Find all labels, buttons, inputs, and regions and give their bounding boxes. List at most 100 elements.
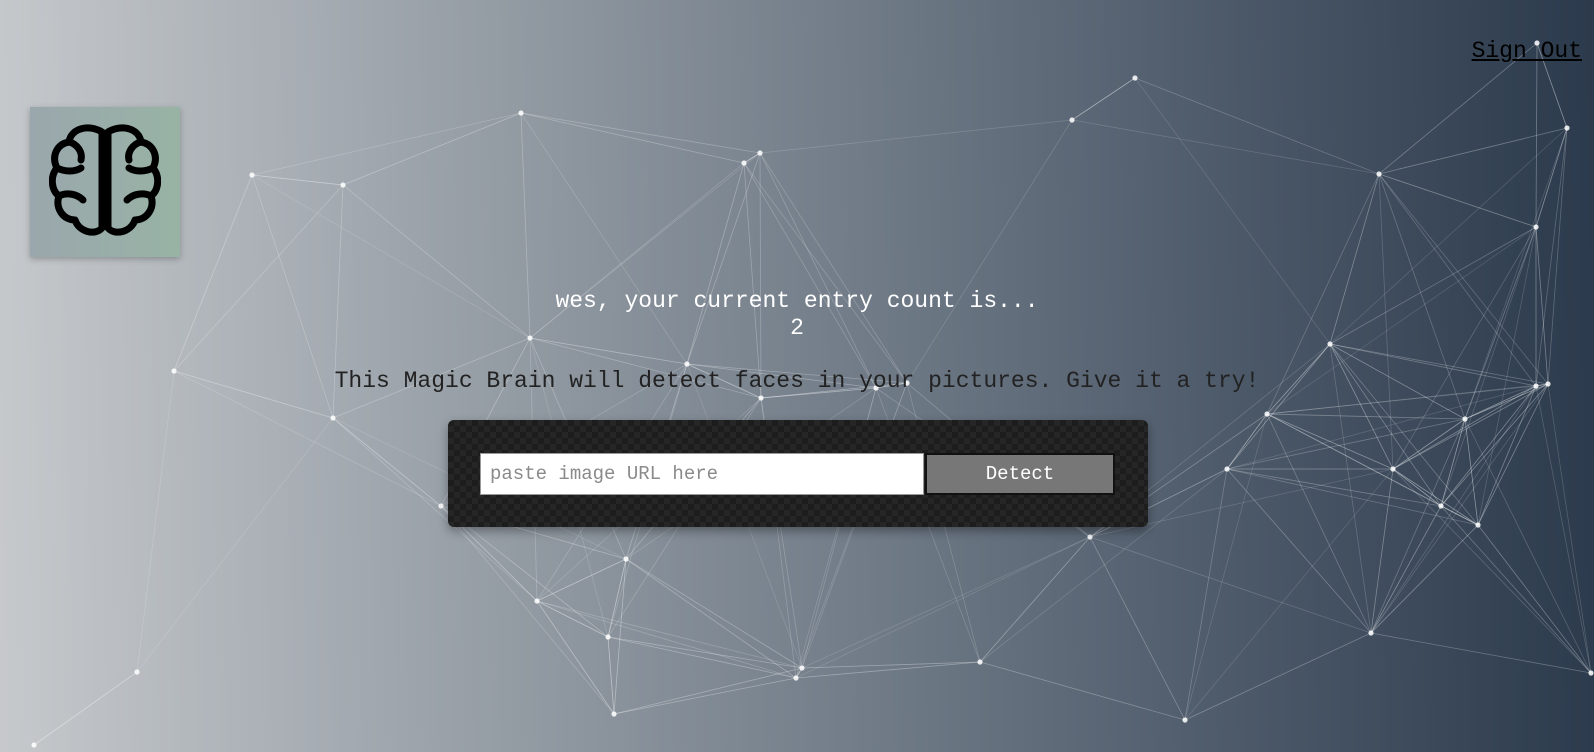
network-link <box>1535 127 1568 387</box>
network-link <box>520 112 745 164</box>
network-link <box>607 636 797 679</box>
network-node <box>340 182 346 188</box>
network-link <box>625 558 797 679</box>
entry-count-section: wes, your current entry count is... 2 <box>0 288 1594 342</box>
network-link <box>1378 127 1568 175</box>
network-link <box>251 174 344 186</box>
network-link <box>33 671 138 746</box>
tagline: This Magic Brain will detect faces in yo… <box>334 368 1260 394</box>
network-link <box>613 677 797 715</box>
network-link <box>759 152 762 399</box>
network-link <box>1477 524 1592 674</box>
network-node <box>684 361 690 367</box>
network-link <box>1226 385 1537 470</box>
network-link <box>613 558 627 715</box>
network-link <box>1392 468 1479 526</box>
network-link <box>1184 413 1268 721</box>
network-link <box>1535 385 1592 674</box>
network-node <box>1132 75 1138 81</box>
network-link <box>1329 343 1394 470</box>
image-url-input[interactable] <box>480 453 924 495</box>
network-node <box>1376 171 1382 177</box>
network-node <box>799 665 805 671</box>
network-link <box>1392 226 1537 470</box>
network-link <box>1266 413 1479 526</box>
network-link <box>1378 173 1537 228</box>
network-link <box>1392 468 1442 507</box>
network-link <box>979 536 1091 663</box>
network-link <box>1547 127 1568 385</box>
network-node <box>623 556 629 562</box>
network-link <box>1440 418 1466 507</box>
network-link <box>759 152 908 384</box>
image-url-form: Detect <box>448 420 1148 527</box>
network-node <box>605 634 611 640</box>
network-link <box>1392 418 1466 470</box>
network-link <box>1370 385 1537 634</box>
network-node <box>1182 717 1188 723</box>
network-link <box>743 162 908 384</box>
network-link <box>1464 418 1479 526</box>
entry-count-message: wes, your current entry count is... <box>555 288 1039 314</box>
network-node <box>1368 630 1374 636</box>
network-link <box>743 162 877 389</box>
network-link <box>1464 418 1592 674</box>
network-node <box>1069 117 1075 123</box>
network-link <box>1226 468 1372 634</box>
network-node <box>758 395 764 401</box>
network-link <box>801 661 981 669</box>
network-link <box>536 600 803 669</box>
network-link <box>136 417 334 673</box>
network-node <box>741 160 747 166</box>
network-link <box>536 558 627 602</box>
network-node <box>1327 341 1333 347</box>
network-node <box>1390 466 1396 472</box>
sign-out-link[interactable]: Sign Out <box>1472 38 1582 64</box>
network-link <box>1071 119 1380 175</box>
network-node <box>611 711 617 717</box>
network-link <box>1440 505 1479 526</box>
network-node <box>438 503 444 509</box>
network-node <box>1588 670 1594 676</box>
network-link <box>1370 468 1394 634</box>
network-link <box>1392 468 1592 674</box>
network-link <box>1392 385 1537 470</box>
network-node <box>518 110 524 116</box>
network-link <box>1392 383 1549 470</box>
network-link <box>332 417 442 507</box>
network-link <box>743 162 762 399</box>
network-link <box>759 152 877 389</box>
network-link <box>1370 632 1592 674</box>
network-node <box>534 598 540 604</box>
network-link <box>1535 127 1568 228</box>
network-link <box>1440 505 1592 674</box>
network-node <box>134 669 140 675</box>
network-link <box>906 119 1073 384</box>
detect-button[interactable]: Detect <box>925 453 1115 495</box>
network-link <box>607 636 615 715</box>
network-link <box>1266 413 1466 420</box>
network-node <box>1224 466 1230 472</box>
brain-icon <box>49 124 161 236</box>
network-link <box>795 536 1091 679</box>
logo[interactable] <box>30 107 180 257</box>
network-link <box>1370 524 1479 634</box>
network-link <box>1184 632 1372 721</box>
network-link <box>1266 413 1394 470</box>
network-link <box>136 370 175 673</box>
network-link <box>1440 385 1537 507</box>
network-link <box>1477 383 1549 526</box>
network-link <box>1535 42 1538 228</box>
network-node <box>1087 534 1093 540</box>
top-navigation: Sign Out <box>1472 38 1582 64</box>
network-link <box>1266 413 1442 507</box>
network-link <box>1370 418 1466 634</box>
network-link <box>1226 468 1479 526</box>
network-link <box>520 112 761 154</box>
network-link <box>1378 173 1537 387</box>
network-link <box>1440 383 1549 507</box>
network-link <box>607 558 627 638</box>
network-link <box>342 112 522 186</box>
network-node <box>1564 125 1570 131</box>
network-node <box>1462 416 1468 422</box>
